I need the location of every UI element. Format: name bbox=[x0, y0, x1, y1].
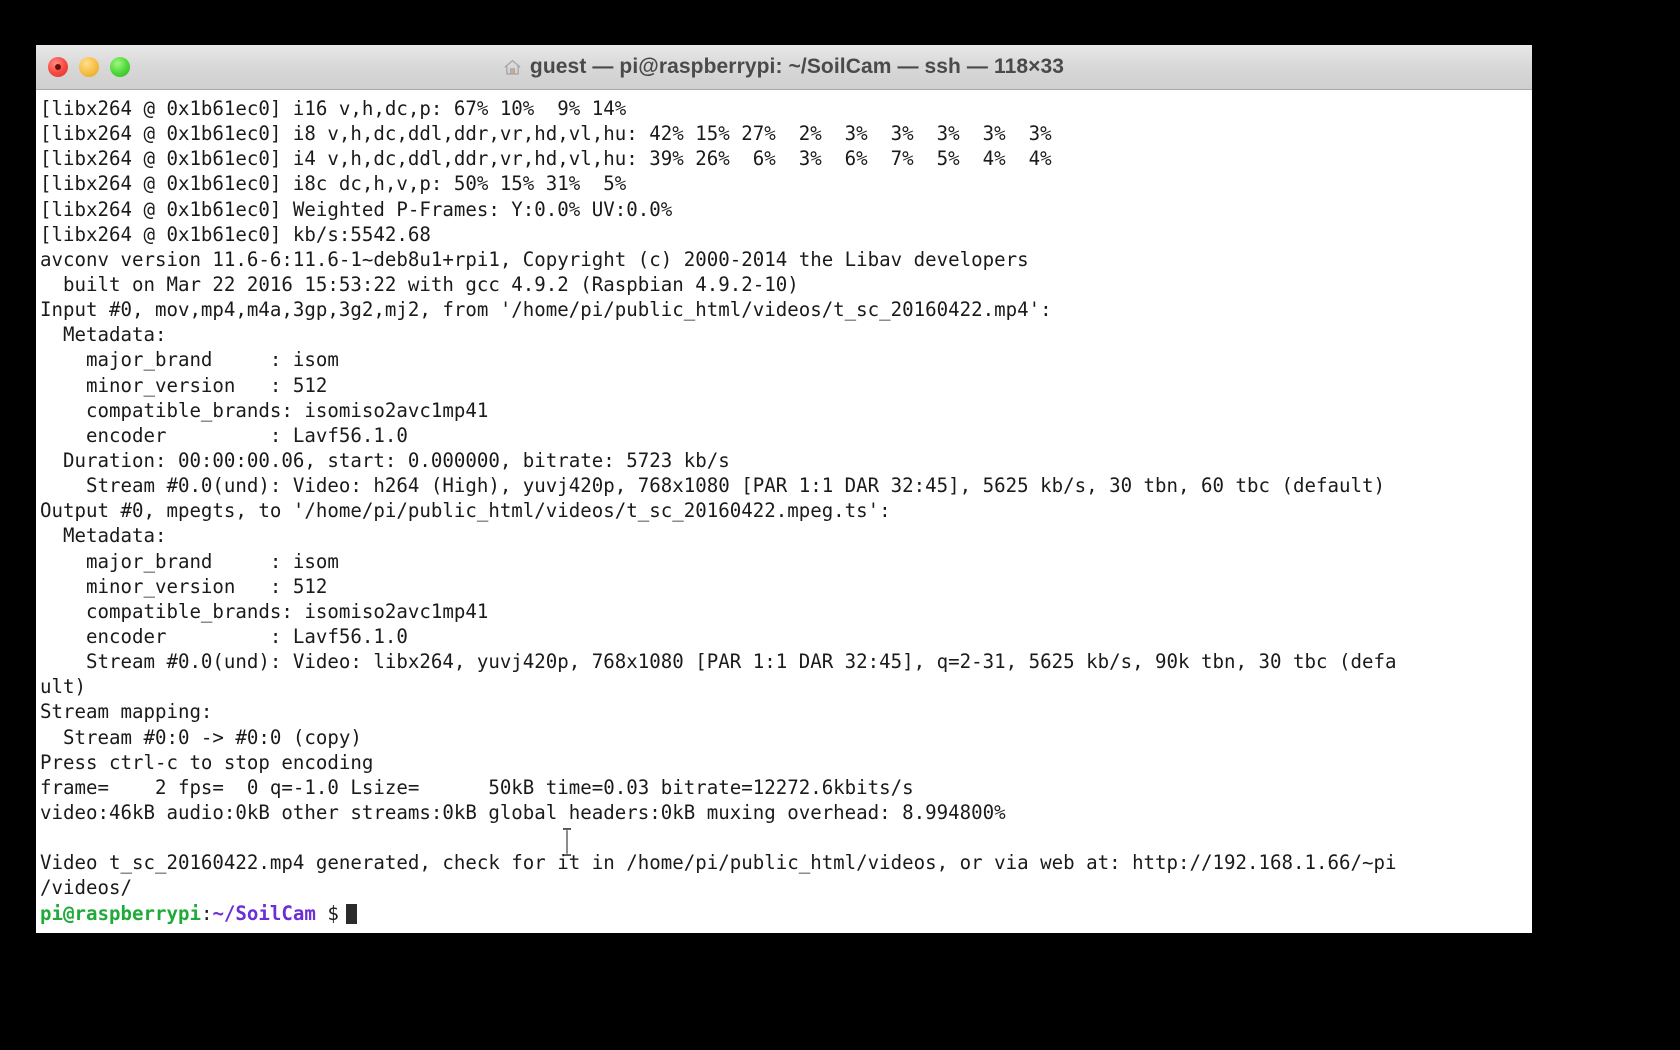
terminal-line: built on Mar 22 2016 15:53:22 with gcc 4… bbox=[40, 272, 799, 296]
terminal-output[interactable]: [libx264 @ 0x1b61ec0] i16 v,h,dc,p: 67% … bbox=[36, 90, 1532, 933]
terminal-line: [libx264 @ 0x1b61ec0] kb/s:5542.68 bbox=[40, 222, 431, 246]
terminal-line: Stream mapping: bbox=[40, 700, 213, 724]
terminal-line: Stream #0.0(und): Video: libx264, yuvj42… bbox=[40, 650, 1397, 674]
minimize-button[interactable] bbox=[79, 57, 99, 77]
terminal-line: frame= 2 fps= 0 q=-1.0 Lsize= 50kB time=… bbox=[40, 775, 914, 799]
desktop-background: guest — pi@raspberrypi: ~/SoilCam — ssh … bbox=[0, 0, 1680, 1050]
terminal-line: /videos/ bbox=[40, 876, 132, 900]
terminal-line: [libx264 @ 0x1b61ec0] i4 v,h,dc,ddl,ddr,… bbox=[40, 147, 1052, 171]
terminal-line: [libx264 @ 0x1b61ec0] Weighted P-Frames:… bbox=[40, 197, 673, 221]
terminal-line: avconv version 11.6-6:11.6-1~deb8u1+rpi1… bbox=[40, 247, 1029, 271]
terminal-line: Video t_sc_20160422.mp4 generated, check… bbox=[40, 851, 1397, 875]
terminal-line: Metadata: bbox=[40, 323, 167, 347]
home-icon bbox=[504, 59, 521, 76]
terminal-line: [libx264 @ 0x1b61ec0] i8c dc,h,v,p: 50% … bbox=[40, 172, 627, 196]
terminal-line: compatible_brands: isomiso2avc1mp41 bbox=[40, 398, 489, 422]
terminal-line: major_brand : isom bbox=[40, 549, 339, 573]
terminal-line: compatible_brands: isomiso2avc1mp41 bbox=[40, 599, 489, 623]
prompt-colon: : bbox=[200, 901, 213, 925]
terminal-line: Stream #0.0(und): Video: h264 (High), yu… bbox=[40, 474, 1385, 498]
window-controls bbox=[48, 45, 130, 89]
window-title: guest — pi@raspberrypi: ~/SoilCam — ssh … bbox=[529, 55, 1065, 78]
maximize-button[interactable] bbox=[110, 57, 130, 77]
shell-prompt: pi@raspberrypi:~/SoilCam $ bbox=[40, 901, 1532, 926]
terminal-line: Metadata: bbox=[40, 524, 167, 548]
terminal-line: [libx264 @ 0x1b61ec0] i8 v,h,dc,ddl,ddr,… bbox=[40, 122, 1052, 146]
terminal-line: minor_version : 512 bbox=[40, 574, 328, 598]
terminal-line: Press ctrl-c to stop encoding bbox=[40, 750, 374, 774]
terminal-line: Input #0, mov,mp4,m4a,3gp,3g2,mj2, from … bbox=[40, 298, 1052, 322]
terminal-line: encoder : Lavf56.1.0 bbox=[40, 624, 408, 648]
terminal-line: Stream #0:0 -> #0:0 (copy) bbox=[40, 725, 362, 749]
terminal-line: ult) bbox=[40, 675, 86, 699]
window-title-group: guest — pi@raspberrypi: ~/SoilCam — ssh … bbox=[36, 45, 1532, 89]
text-cursor bbox=[345, 903, 357, 924]
terminal-line: Output #0, mpegts, to '/home/pi/public_h… bbox=[40, 499, 891, 523]
prompt-path: ~/SoilCam bbox=[212, 901, 316, 925]
prompt-user-host: pi@raspberrypi bbox=[40, 901, 201, 925]
terminal-lines: [libx264 @ 0x1b61ec0] i16 v,h,dc,p: 67% … bbox=[40, 96, 1532, 901]
terminal-line: [libx264 @ 0x1b61ec0] i16 v,h,dc,p: 67% … bbox=[40, 97, 627, 120]
terminal-line: major_brand : isom bbox=[40, 348, 339, 372]
terminal-line: Duration: 00:00:00.06, start: 0.000000, … bbox=[40, 448, 730, 472]
close-button[interactable] bbox=[48, 57, 68, 77]
terminal-window: guest — pi@raspberrypi: ~/SoilCam — ssh … bbox=[36, 45, 1532, 933]
window-titlebar[interactable]: guest — pi@raspberrypi: ~/SoilCam — ssh … bbox=[36, 45, 1532, 90]
terminal-line: video:46kB audio:0kB other streams:0kB g… bbox=[40, 800, 1006, 824]
prompt-symbol: $ bbox=[315, 901, 339, 925]
terminal-line: minor_version : 512 bbox=[40, 373, 328, 397]
terminal-line: encoder : Lavf56.1.0 bbox=[40, 423, 408, 447]
